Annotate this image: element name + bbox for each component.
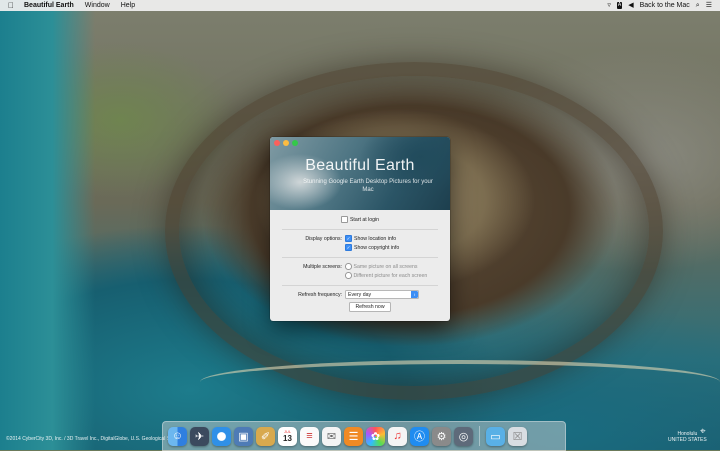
start-at-login-checkbox[interactable] [340,216,348,223]
divider [282,285,438,286]
photos-icon[interactable]: ✿ [366,426,385,446]
calendar-day: 13 [283,434,292,443]
shoreline [200,360,720,404]
show-location-checkbox[interactable]: ✓ [345,235,352,242]
different-picture-radio[interactable] [345,272,352,279]
different-picture-row: Different picture for each screen [282,271,438,280]
multiple-screens-row: Multiple screens: Same picture on all sc… [282,262,438,271]
refresh-frequency-row: Refresh frequency: Every day ↕ [282,290,438,299]
close-button[interactable] [274,140,280,146]
start-at-login-label[interactable]: Start at login [350,217,379,223]
keyboard-icon[interactable]: A [616,2,623,9]
trash-icon[interactable]: ☒ [508,426,527,446]
preferences-window: Beautiful Earth Stunning Google Earth De… [270,137,450,321]
minimize-button[interactable] [283,140,289,146]
dock: ☺ ✈ ✦ ▣ ✐ JUL 13 ≡ ✉ ☰ ✿ ♫ Ⓐ ⚙ ◎ ▭ ☒ [162,421,566,451]
display-options-label: Display options: [305,235,342,242]
divider [282,257,438,258]
chevron-down-icon: ↕ [411,291,418,298]
show-copyright-checkbox[interactable]: ✓ [345,244,352,251]
user-name[interactable]: Back to the Mac [640,2,690,9]
disk-utility-icon[interactable]: ◎ [454,426,473,446]
show-location-label[interactable]: Show location info [354,236,396,242]
books-icon[interactable]: ☰ [344,426,363,446]
launchpad-icon[interactable]: ✈ [190,426,209,446]
itunes-icon[interactable]: ♫ [388,426,407,446]
folder-icon[interactable]: ▭ [486,426,505,446]
same-picture-radio[interactable] [345,263,352,270]
menu-bar:  Beautiful Earth Window Help ▿ A ◀ Back… [0,0,720,11]
preview-icon[interactable]: ▣ [234,426,253,446]
show-copyright-label[interactable]: Show copyright info [354,245,399,251]
apple-icon[interactable]:  [7,1,15,10]
copyright-text: ©2014 CyberCity 3D, Inc. / 3D Travel Inc… [6,436,183,442]
refresh-frequency-select[interactable]: Every day ↕ [345,290,419,299]
notification-center-icon[interactable]: ☰ [706,1,712,11]
divider [282,229,438,230]
location-country: UNITED STATES [668,437,707,443]
coastline [0,0,95,450]
window-controls [274,140,298,146]
status-area: ▿ A ◀ Back to the Mac ⌕ ☰ [607,1,712,11]
menu-help[interactable]: Help [121,2,135,9]
show-copyright-row: ✓ Show copyright info [282,243,438,252]
refresh-frequency-label: Refresh frequency: [298,291,342,298]
refresh-now-button[interactable]: Refresh now [349,302,391,312]
multiple-screens-label: Multiple screens: [303,263,342,270]
safari-icon[interactable]: ✦ [212,426,231,446]
hero-banner: Beautiful Earth Stunning Google Earth De… [270,137,450,210]
finder-icon[interactable]: ☺ [168,426,187,446]
app-subtitle: Stunning Google Earth Desktop Pictures f… [303,179,433,193]
volume-icon[interactable]: ◀ [628,1,633,11]
calendar-icon[interactable]: JUL 13 [278,426,297,446]
different-picture-label[interactable]: Different picture for each screen [354,273,428,279]
menu-app-name[interactable]: Beautiful Earth [24,2,74,9]
reminders-icon[interactable]: ≡ [300,426,319,446]
menu-window[interactable]: Window [85,2,110,9]
notes-icon[interactable]: ✐ [256,426,275,446]
display-options-row: Display options: ✓ Show location info [282,234,438,243]
preferences-body: Start at login Display options: ✓ Show l… [270,215,450,312]
contacts-icon[interactable]: ✉ [322,426,341,446]
start-at-login-row: Start at login [282,215,438,224]
app-store-icon[interactable]: Ⓐ [410,426,429,446]
wifi-icon[interactable]: ▿ [607,1,611,11]
system-preferences-icon[interactable]: ⚙ [432,426,451,446]
search-icon[interactable]: ⌕ [696,1,700,11]
location-pin-icon: ⌖ [700,426,706,437]
refresh-frequency-value: Every day [348,291,372,298]
dock-divider [479,426,480,446]
app-title: Beautiful Earth [305,157,415,174]
zoom-button[interactable] [292,140,298,146]
same-picture-label[interactable]: Same picture on all screens [354,264,418,270]
